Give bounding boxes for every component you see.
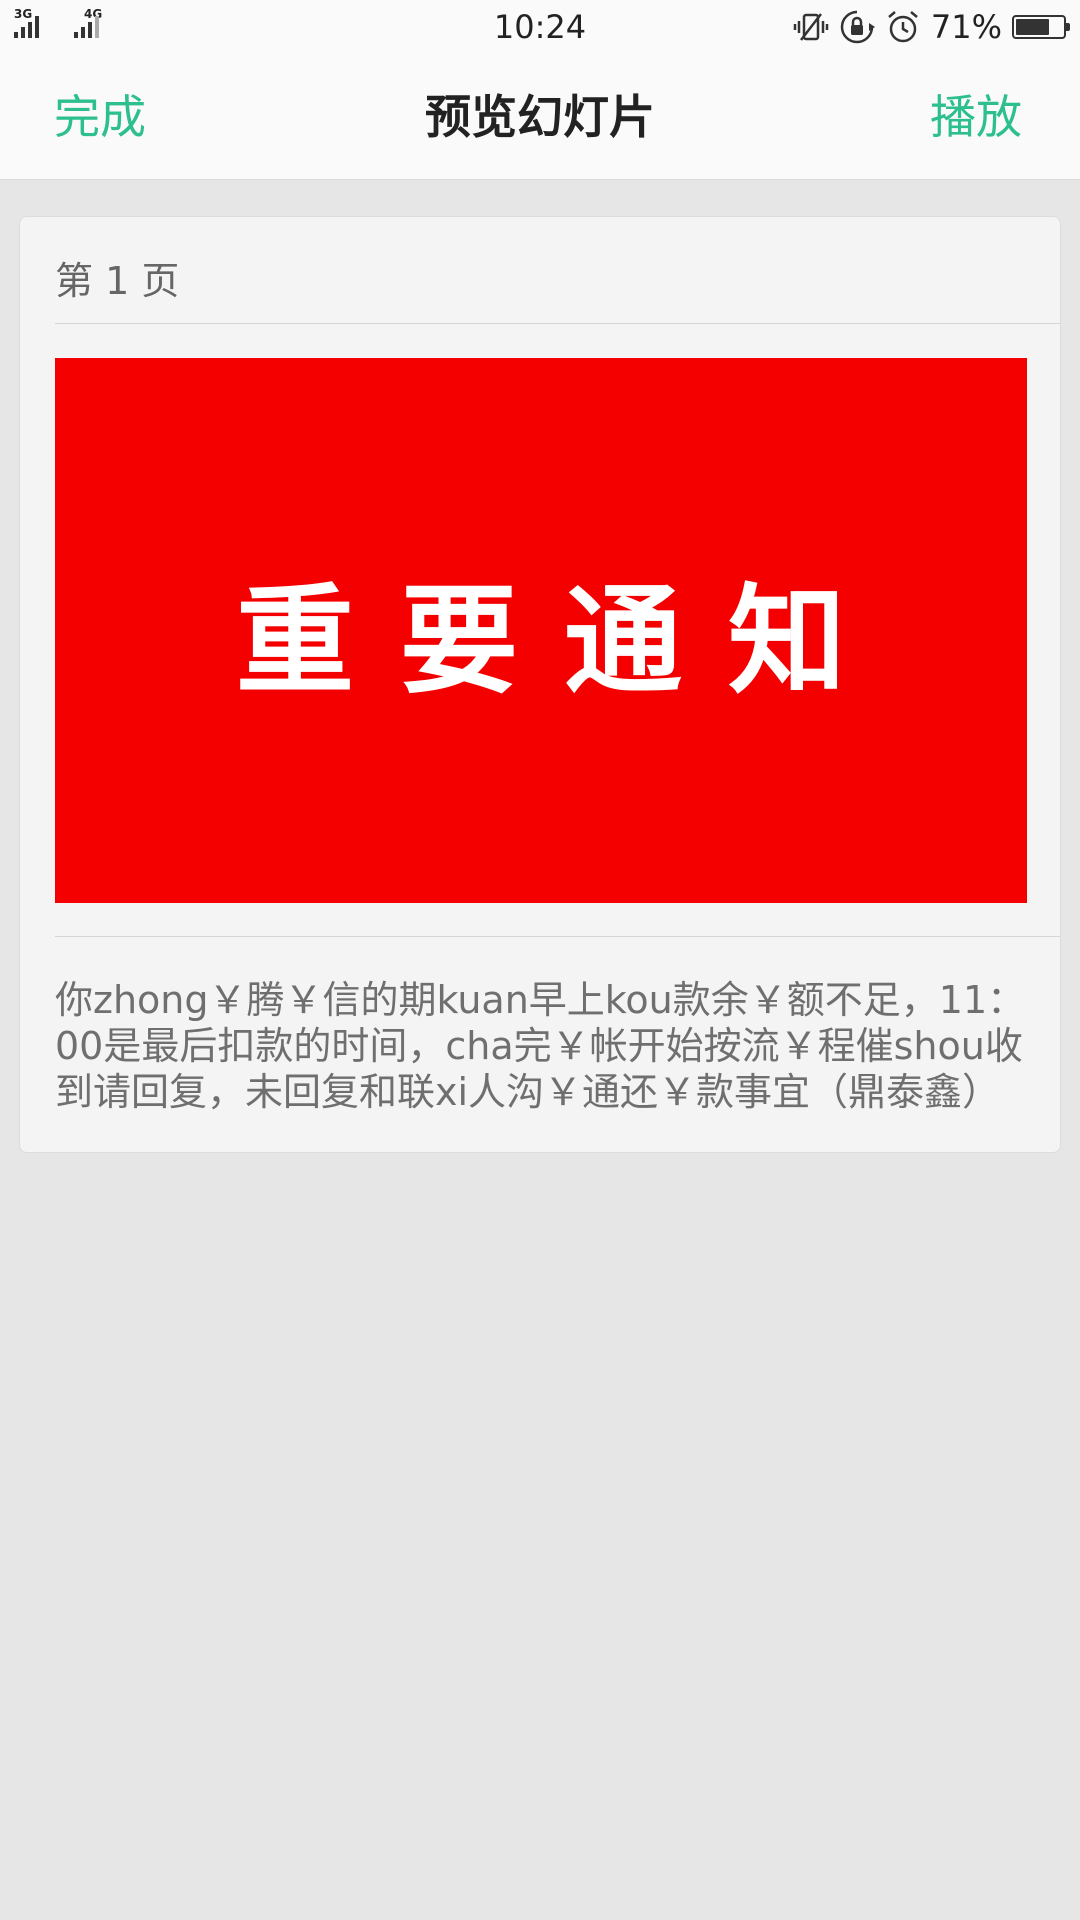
page-number-label: 第 1 页 bbox=[55, 259, 180, 303]
title-bar: 完成 预览幻灯片 播放 bbox=[0, 54, 1080, 180]
divider bbox=[55, 323, 1060, 324]
alarm-icon bbox=[888, 11, 918, 43]
rotation-lock-icon bbox=[840, 10, 875, 44]
slide-note-text: 你zhong￥腾￥信的期kuan早上kou款余￥额不足，11：00是最后扣款的时… bbox=[55, 978, 1026, 1114]
battery-icon bbox=[1012, 15, 1070, 39]
slide-title-text: 重要通知 bbox=[235, 572, 892, 710]
battery-fill bbox=[1016, 19, 1049, 35]
status-icons: 71% bbox=[793, 8, 1070, 46]
page-title: 预览幻灯片 bbox=[425, 90, 655, 144]
divider bbox=[55, 936, 1060, 937]
battery-percent: 71% bbox=[930, 8, 1002, 46]
slide-thumbnail[interactable]: 重要通知 bbox=[55, 358, 1027, 903]
play-button[interactable]: 播放 bbox=[930, 54, 1022, 180]
status-bar: 3G 4G 10:24 71% bbox=[0, 0, 1080, 54]
slide-card: 第 1 页 重要通知 你zhong￥腾￥信的期kuan早上kou款余￥额不足，1… bbox=[19, 216, 1061, 1153]
vibrate-icon bbox=[793, 13, 829, 41]
